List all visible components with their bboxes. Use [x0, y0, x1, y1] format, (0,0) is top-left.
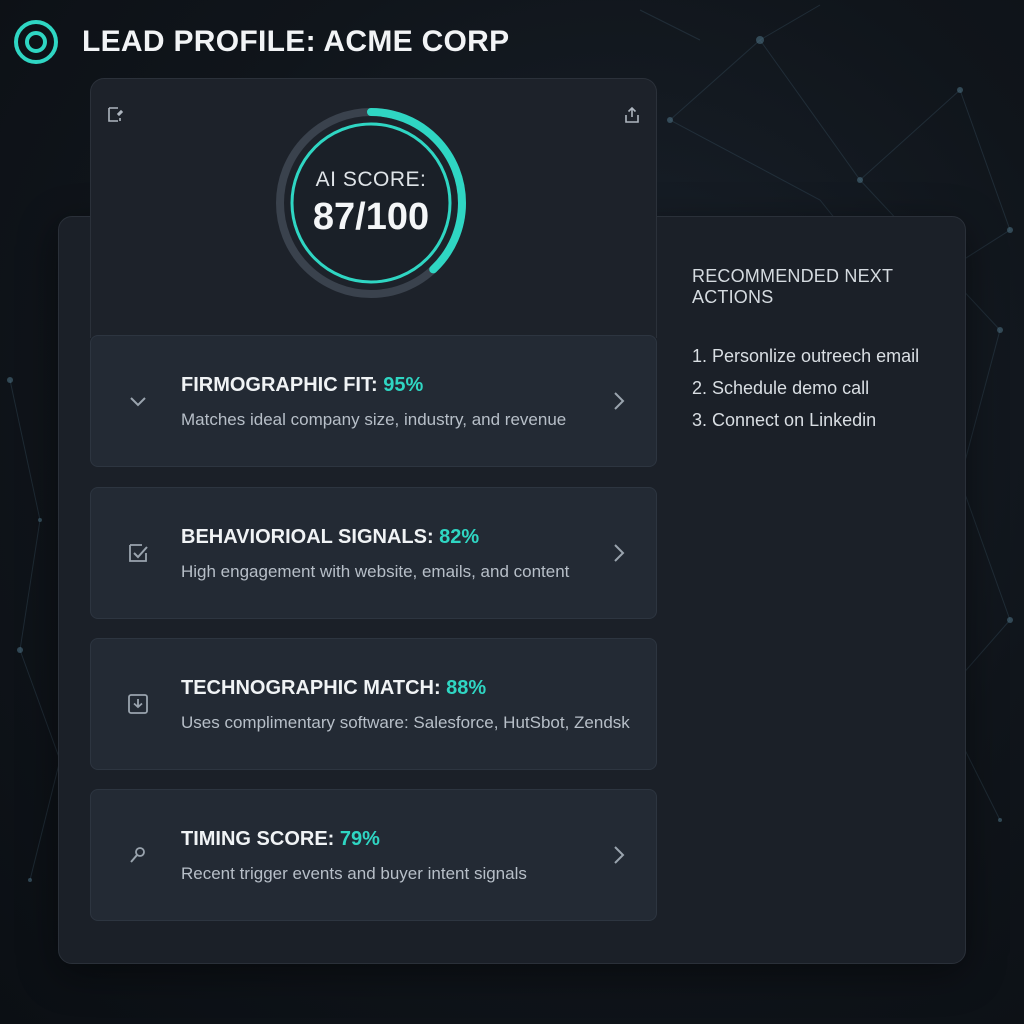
checkbox-icon[interactable] [125, 540, 151, 566]
header: LEAD PROFILE: ACME CORP [12, 20, 509, 64]
metric-card-firmographic[interactable]: FIRMOGRAPHIC FIT: 95% Matches ideal comp… [90, 335, 657, 467]
chevron-down-icon[interactable] [125, 388, 151, 414]
page-title: LEAD PROFILE: ACME CORP [82, 25, 510, 58]
metric-percent: 79% [339, 828, 380, 850]
metric-percent: 82% [439, 526, 480, 548]
target-ring-icon[interactable] [12, 18, 60, 66]
download-box-icon[interactable] [125, 691, 151, 717]
metric-card-technographic[interactable]: TECHNOGRAPHIC MATCH: 88% Uses compliment… [90, 638, 657, 770]
score-readout: AI SCORE: 87/100 [271, 103, 471, 303]
action-item[interactable]: 3. Connect on Linkedin [692, 404, 952, 436]
metric-title: BEHAVIORIOAL SIGNALS: 82% [181, 526, 480, 548]
actions-title: RECOMMENDED NEXT ACTIONS [692, 266, 893, 307]
metric-title: TECHNOGRAPHIC MATCH: 88% [181, 677, 487, 699]
chevron-right-icon[interactable] [610, 388, 628, 414]
metric-percent: 88% [446, 677, 487, 699]
metric-card-timing[interactable]: TIMING SCORE: 79% Recent trigger events … [90, 789, 657, 921]
share-icon[interactable] [622, 105, 642, 125]
action-item[interactable]: 1. Personlize outreech email [692, 340, 952, 372]
metric-title: TIMING SCORE: 79% [181, 828, 380, 850]
metric-title: FIRMOGRAPHIC FIT: 95% [181, 374, 424, 396]
action-item[interactable]: 2. Schedule demo call [692, 372, 952, 404]
pin-icon[interactable] [125, 842, 151, 868]
score-value: 87/100 [312, 195, 430, 238]
chevron-right-icon[interactable] [610, 842, 628, 868]
metric-description: Uses complimentary software: Salesforce,… [181, 713, 630, 732]
metric-description: High engagement with website, emails, an… [181, 562, 570, 581]
metric-card-behavioral[interactable]: BEHAVIORIOAL SIGNALS: 82% High engagemen… [90, 487, 657, 619]
metric-percent: 95% [383, 374, 424, 396]
chevron-right-icon[interactable] [610, 540, 628, 566]
recommended-actions: RECOMMENDED NEXT ACTIONS 1. Personlize o… [692, 266, 952, 436]
metric-description: Recent trigger events and buyer intent s… [181, 864, 527, 883]
ai-score-card: AI SCORE: 87/100 [90, 78, 657, 338]
metric-description: Matches ideal company size, industry, an… [181, 410, 567, 429]
edit-icon[interactable] [105, 105, 125, 125]
actions-list: 1. Personlize outreech email 2. Schedule… [692, 340, 952, 436]
score-label: AI SCORE: [315, 167, 427, 191]
